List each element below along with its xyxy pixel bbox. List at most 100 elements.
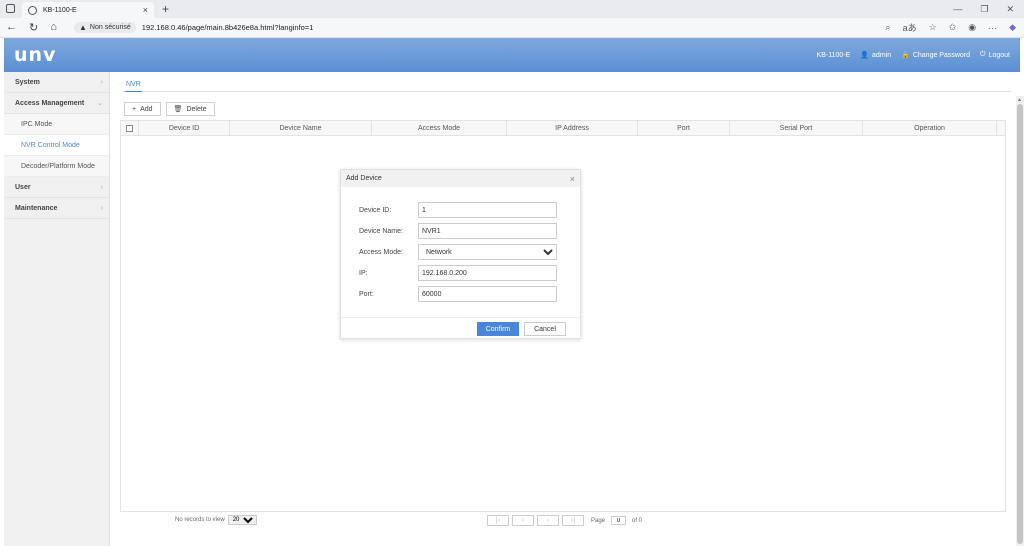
port-row: Port:: [359, 286, 557, 302]
more-icon[interactable]: ···: [988, 23, 997, 33]
sidebar-item-decoder-mode[interactable]: Decoder/Platform Mode: [4, 156, 109, 177]
user-name: admin: [872, 51, 892, 59]
column-header[interactable]: Port: [638, 121, 730, 135]
access-mode-select[interactable]: Network: [418, 244, 557, 260]
delete-button[interactable]: 🗑 Delete: [165, 102, 215, 116]
page-tabs: NVR: [122, 78, 1012, 92]
address-bar: ← ↻ ⌂ ▲ Non sécurisé 192.168.0.46/page/m…: [0, 18, 1024, 38]
device-id-label: Device ID:: [359, 206, 392, 214]
add-device-dialog: Add Device × Device ID: Device Name: Acc…: [340, 169, 581, 339]
favorite-icon[interactable]: ☆: [929, 22, 937, 33]
ip-label: IP:: [359, 269, 368, 277]
sidebar-item-label: Maintenance: [15, 204, 58, 212]
toolbar: + Add 🗑 Delete: [124, 102, 215, 116]
security-indicator[interactable]: ▲ Non sécurisé: [74, 22, 136, 33]
copilot-icon[interactable]: ◆: [1009, 22, 1016, 33]
change-password-link[interactable]: 🔒 Change Password: [901, 51, 971, 60]
new-tab-icon[interactable]: +: [162, 2, 169, 16]
browser-tab-bar: KB-1100-E × + — ❐ ✕: [0, 0, 1024, 18]
confirm-button[interactable]: Confirm: [477, 322, 519, 336]
sidebar-item-label: System: [15, 78, 40, 86]
device-name-field[interactable]: [418, 223, 557, 239]
logout-link[interactable]: ⏻ Logout: [980, 51, 1010, 59]
tab-actions-icon[interactable]: [6, 4, 15, 13]
device-id-field[interactable]: [418, 202, 557, 218]
dialog-header: Add Device ×: [341, 170, 580, 187]
add-button[interactable]: + Add: [124, 102, 161, 116]
globe-icon: [28, 5, 37, 15]
next-page-button[interactable]: ›: [537, 515, 559, 526]
chevron-right-icon: ›: [100, 183, 103, 191]
sidebar-item-ipc-mode[interactable]: IPC Mode: [4, 114, 109, 135]
select-all-checkbox[interactable]: [126, 124, 133, 132]
user-menu[interactable]: 👤 admin: [860, 51, 892, 60]
sidebar-item-maintenance[interactable]: Maintenance ›: [4, 198, 109, 219]
port-field[interactable]: [418, 286, 557, 302]
page-size-select[interactable]: 20: [227, 515, 257, 525]
sidebar: System › Access Management ⌄ IPC Mode NVR …: [4, 72, 110, 546]
prev-page-button[interactable]: ‹: [512, 515, 534, 526]
column-header[interactable]: Serial Port: [730, 121, 863, 135]
read-aloud-icon[interactable]: aあ: [903, 21, 917, 34]
table-footer: No records to view 20: [175, 515, 257, 525]
sidebar-item-user[interactable]: User ›: [4, 177, 109, 198]
last-page-button[interactable]: ›|: [562, 515, 584, 526]
close-icon[interactable]: ×: [570, 174, 575, 184]
tab-nvr[interactable]: NVR: [125, 81, 142, 92]
ip-field[interactable]: [418, 265, 557, 281]
device-id-row: Device ID:: [359, 202, 557, 218]
lock-icon: 🔒: [901, 52, 910, 59]
minimize-icon[interactable]: —: [953, 4, 962, 15]
column-header[interactable]: Access Mode: [372, 121, 507, 135]
column-header[interactable]: Operation: [863, 121, 997, 135]
close-window-icon[interactable]: ✕: [1006, 4, 1014, 15]
restore-icon[interactable]: ❐: [980, 4, 988, 15]
chevron-right-icon: ›: [100, 204, 103, 212]
column-header[interactable]: IP Address: [507, 121, 638, 135]
page-count: of 0: [632, 517, 643, 524]
browser-tab[interactable]: KB-1100-E ×: [22, 2, 154, 18]
column-header[interactable]: Device ID: [139, 121, 230, 135]
first-page-button[interactable]: |‹: [487, 515, 509, 526]
app-header: unv KB-1100-E 👤 admin 🔒 Change Password ⏻ L…: [4, 38, 1020, 72]
add-label: Add: [140, 105, 153, 113]
scrollbar[interactable]: ▲: [1016, 96, 1024, 546]
zoom-icon[interactable]: ⌕: [886, 22, 891, 33]
dialog-title: Add Device: [346, 175, 382, 182]
security-label: Non sécurisé: [89, 24, 131, 31]
select-all-cell: [121, 121, 139, 135]
ip-row: IP:: [359, 265, 557, 281]
scroll-up-icon[interactable]: ▲: [1017, 97, 1022, 103]
chevron-down-icon: ⌄: [97, 100, 103, 107]
close-tab-icon[interactable]: ×: [143, 5, 148, 15]
sidebar-item-system[interactable]: System ›: [4, 72, 109, 93]
chevron-right-icon: ›: [100, 78, 103, 86]
url-input[interactable]: 192.168.0.46/page/main.8b426e8a.html?lan…: [142, 23, 314, 32]
profile-icon[interactable]: ◉: [968, 22, 976, 33]
device-name-label: Device Name:: [359, 227, 403, 235]
delete-label: Delete: [186, 105, 207, 113]
plus-icon: +: [132, 105, 137, 113]
logout-label: Logout: [988, 51, 1010, 59]
sidebar-item-label: User: [15, 183, 31, 191]
page-input[interactable]: [611, 516, 627, 525]
trash-icon: 🗑: [173, 106, 183, 113]
cancel-button[interactable]: Cancel: [524, 322, 566, 336]
table-header: Device ID Device Name Access Mode IP Add…: [121, 121, 1005, 136]
scrollbar-thumb[interactable]: [1017, 104, 1023, 544]
logout-icon: ⏻: [980, 51, 986, 58]
user-icon: 👤: [860, 52, 870, 59]
favorites-bar-icon[interactable]: ✩: [949, 22, 957, 33]
refresh-icon[interactable]: ↻: [29, 21, 38, 34]
tab-title: KB-1100-E: [43, 6, 77, 14]
home-icon[interactable]: ⌂: [50, 21, 57, 34]
back-icon[interactable]: ←: [6, 21, 17, 34]
device-name: KB-1100-E: [816, 51, 851, 59]
change-password-label: Change Password: [912, 51, 971, 59]
column-header[interactable]: Device Name: [230, 121, 372, 135]
sidebar-item-access-management[interactable]: Access Management ⌄: [4, 93, 109, 114]
access-mode-label: Access Mode:: [359, 248, 403, 256]
port-label: Port:: [359, 290, 374, 298]
logo: unv: [14, 44, 57, 66]
sidebar-item-nvr-control-mode[interactable]: NVR Control Mode: [4, 135, 109, 156]
